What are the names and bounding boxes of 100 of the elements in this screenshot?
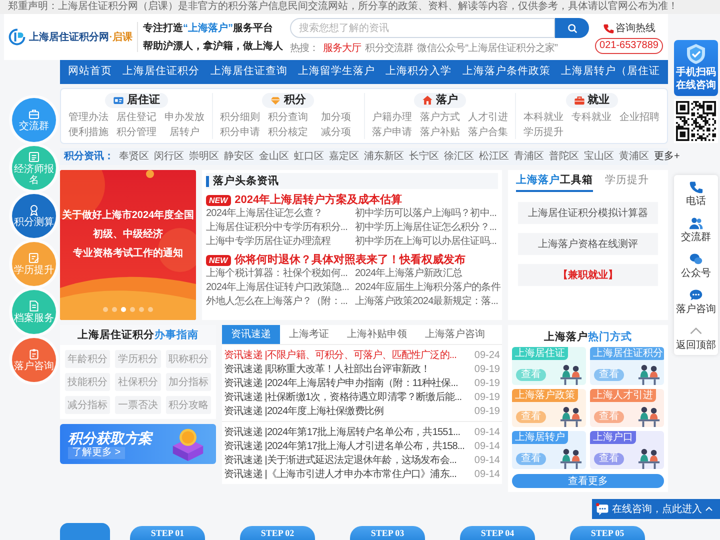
quick-link-button[interactable]: 落户咨询 xyxy=(12,338,56,382)
category-link[interactable]: 人才引进 xyxy=(468,111,508,124)
category-link[interactable]: 户籍办理 xyxy=(372,111,412,124)
logo-icon[interactable] xyxy=(8,28,26,46)
news-link[interactable]: 初中学历上海居住证怎么积分？... xyxy=(355,221,498,235)
site-logo-text[interactable]: 上海居住证积分网·启课 xyxy=(29,30,132,44)
news-link[interactable]: 资讯速递 |社保断缴1次，资格待遇立即清零？断缴后能... xyxy=(224,390,462,404)
news-tab[interactable]: 资讯速递 xyxy=(222,325,280,344)
nav-link[interactable]: 上海落户条件政策 xyxy=(462,64,550,80)
method-card[interactable]: 上海居转户 查看 xyxy=(512,431,586,469)
guide-button[interactable]: 加分指标 xyxy=(166,373,211,391)
search-field[interactable]: 搜索您想了解的资讯 xyxy=(290,18,555,38)
nav-link[interactable]: 上海居住证查询 xyxy=(210,64,288,80)
guide-button[interactable]: 积分攻略 xyxy=(166,396,211,414)
category-link[interactable]: 落户方式 xyxy=(420,111,460,124)
category-link[interactable]: 积分查询 xyxy=(268,111,308,124)
category-link[interactable]: 落户申请 xyxy=(372,126,412,139)
district-link[interactable]: 普陀区 xyxy=(549,149,579,164)
news-tab[interactable]: 上海落户咨询 xyxy=(416,325,494,344)
quick-link-button[interactable]: 交流群 xyxy=(12,98,56,142)
method-card[interactable]: 上海户口 查看 xyxy=(590,431,664,469)
district-link[interactable]: 虹口区 xyxy=(294,149,324,164)
side-tool-button[interactable]: 返回顶部 xyxy=(674,319,718,355)
category-heading[interactable]: 落户 xyxy=(414,93,466,108)
category-link[interactable]: 落户合集 xyxy=(468,126,508,139)
guide-button[interactable]: 学历积分 xyxy=(115,350,161,368)
news-link[interactable]: 资讯速递 |《上海市引进人才申办本市常住户口》浦东... xyxy=(224,466,457,482)
nav-link[interactable]: 网站首页 xyxy=(68,64,112,80)
news-tab[interactable]: 上海补贴申领 xyxy=(338,325,416,344)
category-link[interactable]: 申办发放 xyxy=(164,111,204,124)
category-link[interactable]: 管理办法 xyxy=(68,111,108,124)
tool-button[interactable]: 上海居住证积分模拟计算器 xyxy=(518,202,658,224)
category-link[interactable]: 减分项 xyxy=(316,126,356,139)
step-tab[interactable]: STEP 01 xyxy=(130,526,205,540)
learn-more-link[interactable]: 了解更多 > xyxy=(68,446,125,458)
district-link[interactable]: 青浦区 xyxy=(514,149,544,164)
toolbox-tab[interactable]: 上海落户工具箱 xyxy=(516,172,593,192)
headline-link[interactable]: 你将何时退休？具体对照表来了！快看权威发布 xyxy=(234,253,466,267)
news-link[interactable]: 2024年上海居住证怎么查？ xyxy=(206,207,349,221)
news-link[interactable]: 资讯速递 |2024年度上海社保缴费比例 xyxy=(224,404,384,418)
step-tab[interactable]: STEP 05 xyxy=(570,526,645,540)
news-link[interactable]: 资讯速递 |不限户籍、可积分、可落户、匹配性广泛的... xyxy=(224,348,457,362)
news-link[interactable]: 初中学历可以落户上海吗？初中... xyxy=(355,207,498,221)
district-link[interactable]: 闵行区 xyxy=(154,149,184,164)
news-link[interactable]: 2024年上海居住证转户口政策隐... xyxy=(206,281,349,295)
news-link[interactable]: 资讯速递 |2024年上海居转户申办指南（附：11种社保... xyxy=(224,376,458,390)
category-link[interactable]: 便利措施 xyxy=(68,126,108,139)
nav-link[interactable]: 上海积分入学 xyxy=(386,64,452,80)
side-tool-button[interactable]: 公众号 xyxy=(674,247,718,283)
category-heading[interactable]: 居住证 xyxy=(104,93,168,108)
guide-button[interactable]: 技能积分 xyxy=(65,373,110,391)
side-tool-button[interactable]: 电话 xyxy=(674,175,718,211)
category-link[interactable]: 落户补贴 xyxy=(420,126,460,139)
category-heading[interactable]: 就业 xyxy=(566,93,618,108)
tool-button[interactable]: 上海落户资格在线测评 xyxy=(518,233,658,255)
side-tool-button[interactable]: 落户咨询 xyxy=(674,283,718,319)
step-tab[interactable]: STEP 03 xyxy=(350,526,425,540)
guide-button[interactable]: 年龄积分 xyxy=(65,350,110,368)
step-tab[interactable]: STEP 02 xyxy=(240,526,315,540)
district-link[interactable]: 浦东新区 xyxy=(364,149,404,164)
district-link[interactable]: 徐汇区 xyxy=(444,149,474,164)
news-link[interactable]: 外地人怎么在上海落户？（附：... xyxy=(206,295,349,309)
news-link[interactable]: 上海个税计算器：社保个税如何... xyxy=(206,267,349,281)
category-link[interactable]: 积分申请 xyxy=(220,126,260,139)
news-link[interactable]: 资讯速递 |职称重大改革！人社部出台评审新政！ xyxy=(224,362,430,376)
news-link[interactable]: 2024年上海落户新政汇总 xyxy=(355,267,498,281)
view-button[interactable]: 查看 xyxy=(594,453,624,465)
promo-card[interactable]: 积分获取方案 了解更多 > xyxy=(60,424,216,464)
category-link[interactable]: 加分项 xyxy=(316,111,356,124)
nav-link[interactable]: 上海居转户（居住证 xyxy=(560,64,660,80)
news-link[interactable]: 资讯速递 |2024年第17批上海居转户名单公布，共1551... xyxy=(224,424,460,440)
category-link[interactable]: 积分管理 xyxy=(116,126,156,139)
more-link[interactable]: 更多+ xyxy=(654,149,680,164)
category-link[interactable]: 居转户 xyxy=(164,126,204,139)
category-link[interactable]: 企业招聘 xyxy=(620,111,660,124)
category-link[interactable]: 专科就业 xyxy=(572,111,612,124)
side-tool-button[interactable]: 交流群 xyxy=(674,211,718,247)
tool-button[interactable]: 【兼职就业】 xyxy=(518,264,658,286)
district-link[interactable]: 长宁区 xyxy=(409,149,439,164)
search-button[interactable] xyxy=(555,18,589,38)
news-link[interactable]: 资讯速递 |2024年第17批上海人才引进名单公布，共158... xyxy=(224,438,465,454)
district-link[interactable]: 崇明区 xyxy=(189,149,219,164)
district-link[interactable]: 奉贤区 xyxy=(119,149,149,164)
category-link[interactable]: 积分核定 xyxy=(268,126,308,139)
nav-link[interactable]: 上海居住证积分 xyxy=(122,64,200,80)
district-link[interactable]: 黄浦区 xyxy=(619,149,649,164)
more-button[interactable]: 查看更多 xyxy=(512,474,664,488)
district-link[interactable]: 松江区 xyxy=(479,149,509,164)
district-link[interactable]: 嘉定区 xyxy=(329,149,359,164)
step-tab[interactable]: STEP 04 xyxy=(460,526,535,540)
district-link[interactable]: 金山区 xyxy=(259,149,289,164)
method-card[interactable]: 上海居住证积分 查看 xyxy=(590,347,664,385)
news-link[interactable]: 初中学历在上海可以办居住证吗... xyxy=(355,235,498,249)
category-link[interactable]: 本科就业 xyxy=(524,111,564,124)
guide-button[interactable]: 减分指标 xyxy=(65,396,110,414)
promo-banner[interactable]: 关于做好上海市2024年度全国 初级、中级经济 专业资格考试工作的通知 xyxy=(60,170,196,320)
guide-button[interactable]: 职称积分 xyxy=(166,350,211,368)
quick-link-button[interactable]: 积分测算 xyxy=(12,194,56,238)
hot-search-link[interactable]: 积分交流群 xyxy=(365,41,414,56)
news-tab[interactable]: 上海考证 xyxy=(280,325,338,344)
